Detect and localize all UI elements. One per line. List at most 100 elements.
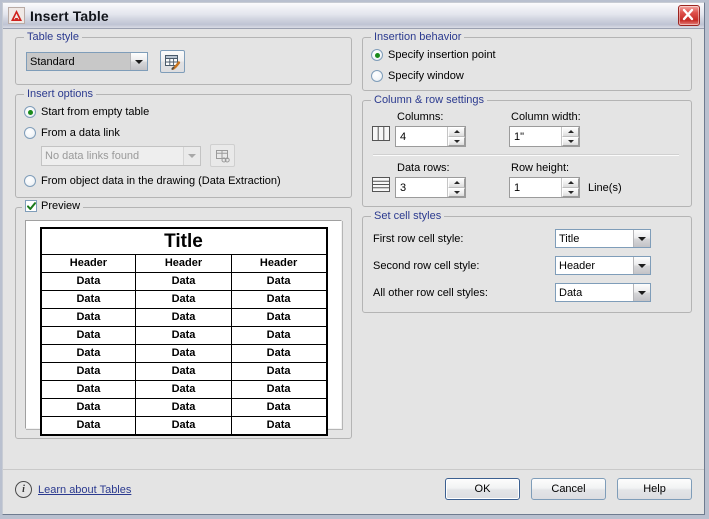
radio-from-object-data[interactable]: From object data in the drawing (Data Ex… xyxy=(24,175,341,187)
left-column: Table style Standard Insert options Star… xyxy=(15,31,352,439)
close-icon[interactable] xyxy=(678,5,700,26)
radio-indicator[interactable] xyxy=(371,49,383,61)
preview-checkbox[interactable]: Preview xyxy=(22,200,84,212)
autocad-logo-icon xyxy=(8,7,25,24)
data-link-manager-icon xyxy=(210,144,235,167)
preview-data-row: Data Data Data xyxy=(39,308,328,327)
radio-indicator[interactable] xyxy=(24,127,36,139)
spin-down-icon[interactable] xyxy=(448,136,465,146)
preview-data-row: Data Data Data xyxy=(39,290,328,309)
preview-data-cell: Data xyxy=(230,272,328,291)
preview-data-cell: Data xyxy=(135,308,232,327)
first-row-cell-style-combo[interactable]: Title xyxy=(555,229,651,248)
cancel-button[interactable]: Cancel xyxy=(531,478,606,500)
preview-data-cell: Data xyxy=(39,272,137,291)
rows-icon xyxy=(371,176,395,198)
insert-options-legend: Insert options xyxy=(24,88,97,100)
radio-indicator[interactable] xyxy=(24,175,36,187)
preview-data-cell: Data xyxy=(230,308,328,327)
dialog-body: Table style Standard Insert options Star… xyxy=(3,29,704,469)
all-other-row-cell-styles-combo[interactable]: Data xyxy=(555,283,651,302)
data-rows-value[interactable]: 3 xyxy=(396,178,447,197)
help-button[interactable]: Help xyxy=(617,478,692,500)
chevron-down-icon[interactable] xyxy=(633,257,650,274)
data-rows-spin-buttons[interactable] xyxy=(447,178,465,197)
insertion-behavior-legend: Insertion behavior xyxy=(371,31,465,43)
preview-group: Preview Title Header Header Header Data Data D… xyxy=(15,200,352,439)
columns-stepper[interactable]: 4 xyxy=(395,126,466,147)
column-width-spin-buttons[interactable] xyxy=(561,127,579,146)
radio-indicator[interactable] xyxy=(371,70,383,82)
row-height-stepper[interactable]: 1 xyxy=(509,177,580,198)
preview-data-cell: Data xyxy=(39,416,137,436)
preview-data-cell: Data xyxy=(135,362,232,381)
learn-about-tables-link[interactable]: Learn about Tables xyxy=(38,484,131,496)
first-row-cell-style-label: First row cell style: xyxy=(373,232,464,245)
learn-about-tables[interactable]: i Learn about Tables xyxy=(15,481,131,498)
spin-down-icon[interactable] xyxy=(448,187,465,197)
preview-data-row: Data Data Data xyxy=(39,362,328,381)
ok-button[interactable]: OK xyxy=(445,478,520,500)
preview-data-row: Data Data Data xyxy=(39,398,328,417)
preview-data-cell: Data xyxy=(230,362,328,381)
spin-up-icon[interactable] xyxy=(562,178,579,188)
columns-spin-buttons[interactable] xyxy=(447,127,465,146)
second-row-cell-style-label: Second row cell style: xyxy=(373,259,480,272)
preview-title-row: Title xyxy=(40,227,327,255)
preview-data-cell: Data xyxy=(230,380,328,399)
data-rows-row: Data rows: 3 Row height: 1 Line(s) xyxy=(371,162,681,198)
column-width-value[interactable]: 1" xyxy=(510,127,561,146)
preview-data-cell: Data xyxy=(39,290,137,309)
radio-indicator[interactable] xyxy=(24,106,36,118)
radio-specify-window[interactable]: Specify window xyxy=(371,70,681,82)
table-style-legend: Table style xyxy=(24,31,82,43)
spin-down-icon[interactable] xyxy=(562,136,579,146)
radio-specify-insertion-point[interactable]: Specify insertion point xyxy=(371,49,681,61)
set-cell-styles-group: Set cell styles First row cell style: Ti… xyxy=(362,210,692,313)
second-row-cell-style-combo[interactable]: Header xyxy=(555,256,651,275)
spin-up-icon[interactable] xyxy=(562,127,579,137)
row-height-value[interactable]: 1 xyxy=(510,178,561,197)
spin-up-icon[interactable] xyxy=(448,127,465,137)
data-rows-stepper[interactable]: 3 xyxy=(395,177,466,198)
insertion-behavior-group: Insertion behavior Specify insertion poi… xyxy=(362,31,692,91)
chevron-down-icon[interactable] xyxy=(130,53,147,70)
table-style-combo[interactable]: Standard xyxy=(26,52,148,71)
column-width-stepper[interactable]: 1" xyxy=(509,126,580,147)
table-style-edit-icon[interactable] xyxy=(160,50,186,73)
row-height-field: Row height: 1 Line(s) xyxy=(509,162,622,198)
checkbox-indicator[interactable] xyxy=(25,200,37,212)
column-width-label: Column width: xyxy=(511,111,581,123)
preview-data-cell: Data xyxy=(135,416,232,436)
columns-value[interactable]: 4 xyxy=(396,127,447,146)
chevron-down-icon[interactable] xyxy=(633,230,650,247)
info-icon: i xyxy=(15,481,32,498)
spin-down-icon[interactable] xyxy=(562,187,579,197)
preview-pane: Title Header Header Header Data Data Data Data D… xyxy=(25,220,342,436)
title-bar: Insert Table xyxy=(3,3,704,29)
data-rows-label: Data rows: xyxy=(397,162,450,174)
spin-up-icon[interactable] xyxy=(448,178,465,188)
data-link-combo: No data links found xyxy=(41,145,201,166)
radio-from-data-link[interactable]: From a data link xyxy=(24,127,341,139)
radio-start-from-empty-table[interactable]: Start from empty table xyxy=(24,106,341,118)
radio-label: Specify window xyxy=(388,70,464,82)
data-rows-field: Data rows: 3 xyxy=(395,162,466,198)
preview-label: Preview xyxy=(41,200,81,212)
table-style-group: Table style Standard xyxy=(15,31,352,85)
radio-label: Specify insertion point xyxy=(388,49,496,61)
preview-data-cell: Data xyxy=(135,380,232,399)
preview-data-cell: Data xyxy=(230,398,328,417)
preview-data-row: Data Data Data xyxy=(39,272,328,291)
preview-data-cell: Data xyxy=(230,326,328,345)
chevron-down-icon[interactable] xyxy=(633,284,650,301)
preview-header-cell: Header xyxy=(39,254,137,273)
preview-data-row: Data Data Data xyxy=(39,416,328,436)
row-height-spin-buttons[interactable] xyxy=(561,178,579,197)
insert-table-dialog: Insert Table Table style Standard Insert… xyxy=(2,2,705,515)
first-row-cell-style-value: Title xyxy=(559,232,580,245)
chevron-down-icon xyxy=(183,146,200,165)
column-row-settings-group: Column & row settings Columns: 4 Column … xyxy=(362,94,692,207)
preview-data-cell: Data xyxy=(135,398,232,417)
preview-data-cell: Data xyxy=(39,344,137,363)
